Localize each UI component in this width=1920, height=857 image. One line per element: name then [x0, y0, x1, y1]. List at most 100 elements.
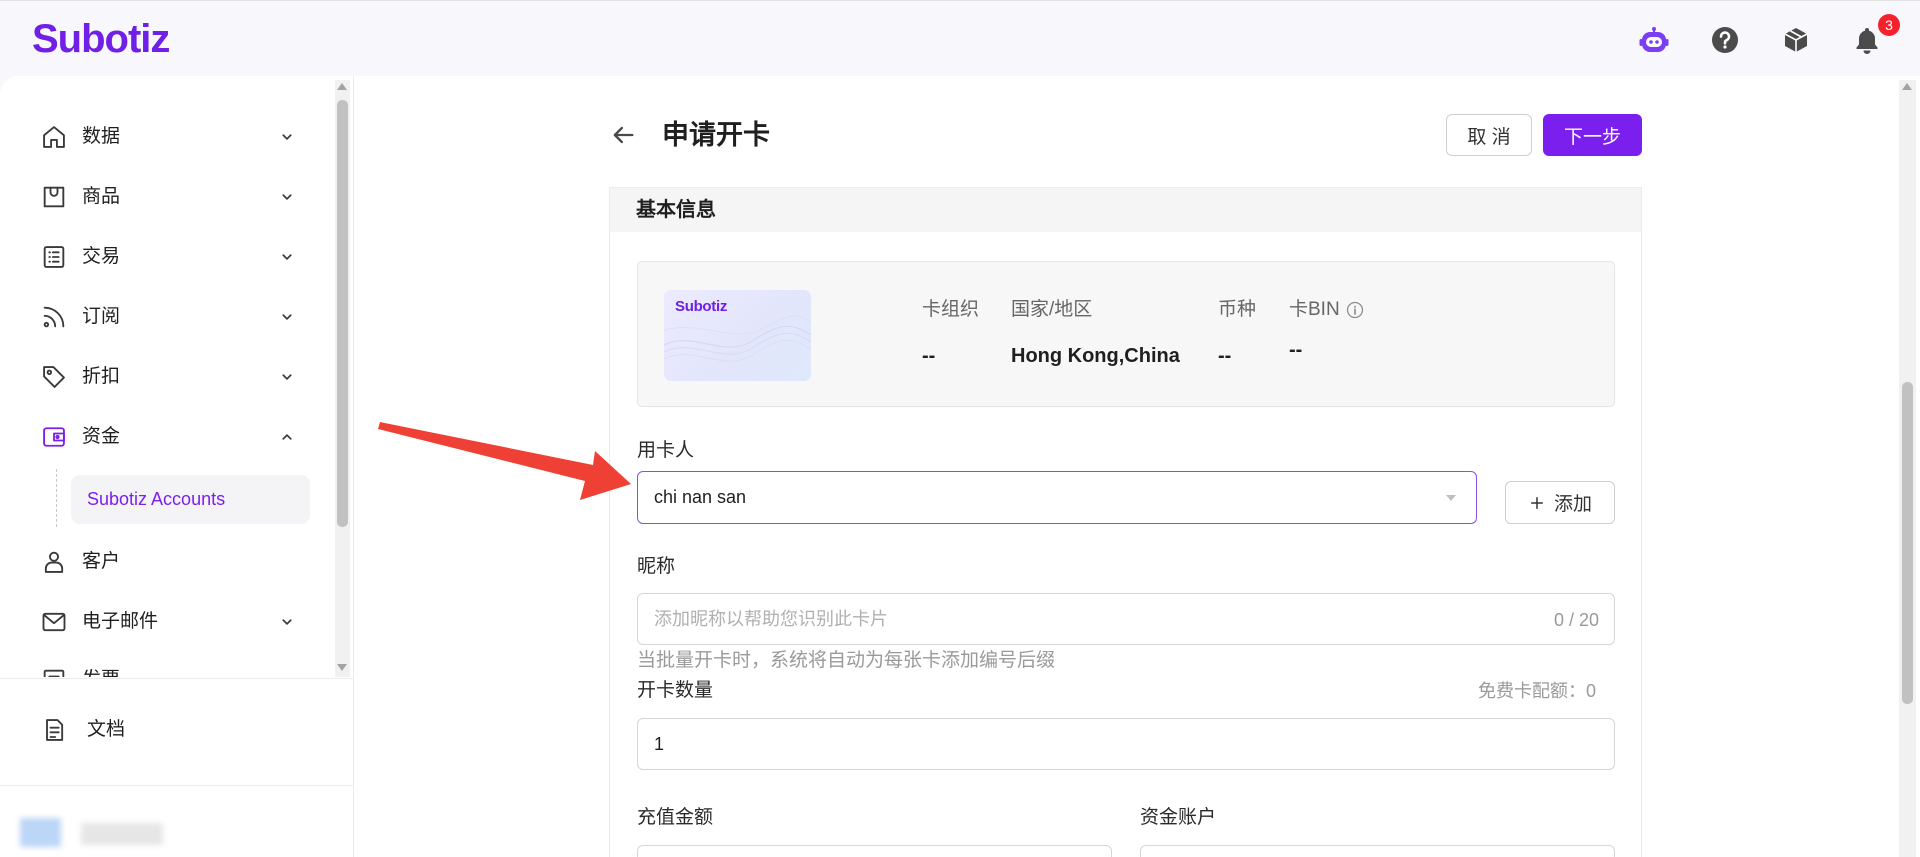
sidebar: 数据 商品 交易 订阅 折扣 资金 Subotiz Accounts 客户 电子…: [0, 76, 354, 857]
currency-label: 币种: [1218, 299, 1257, 320]
chevron-down-icon: [278, 308, 296, 326]
sidebar-item-email[interactable]: 电子邮件: [0, 600, 333, 644]
back-arrow-icon[interactable]: [609, 121, 637, 149]
sidebar-item-products[interactable]: 商品: [0, 175, 333, 219]
bell-icon[interactable]: [1852, 25, 1882, 55]
cardholder-select[interactable]: chi nan san: [637, 471, 1477, 524]
free-card-quota: 免费卡配额：0: [1477, 681, 1596, 701]
plus-icon: [1528, 494, 1546, 512]
sidebar-nav: 数据 商品 交易 订阅 折扣 资金 Subotiz Accounts 客户 电子…: [0, 76, 333, 677]
rss-icon: [40, 303, 68, 331]
card-quantity-input[interactable]: [638, 719, 1614, 769]
scroll-down-arrow-icon[interactable]: [337, 664, 347, 671]
card-bin-value: --: [1289, 339, 1303, 361]
user-name-redacted: [81, 823, 163, 845]
user-icon: [40, 548, 68, 576]
divider: [0, 785, 353, 786]
sidebar-item-transactions[interactable]: 交易: [0, 235, 333, 279]
sidebar-item-data[interactable]: 数据: [0, 115, 333, 159]
caret-down-icon: [1446, 495, 1456, 501]
cube-icon[interactable]: [1781, 25, 1811, 55]
cancel-button[interactable]: 取 消: [1446, 114, 1532, 156]
tag-icon: [40, 363, 68, 391]
nickname-field: 0 / 20: [637, 593, 1615, 645]
sidebar-item-subscriptions[interactable]: 订阅: [0, 295, 333, 339]
home-icon: [40, 123, 68, 151]
scroll-up-arrow-icon[interactable]: [1902, 83, 1912, 90]
sidebar-scrollbar-thumb[interactable]: [337, 100, 348, 527]
chevron-down-icon: [278, 128, 296, 146]
cardholder-label: 用卡人: [637, 440, 695, 461]
sidebar-item-label: 商品: [82, 186, 121, 207]
sidebar-item-invoices[interactable]: 发票: [0, 658, 333, 677]
chevron-down-icon: [278, 248, 296, 266]
card-network-value: --: [922, 345, 936, 367]
scroll-up-arrow-icon[interactable]: [337, 83, 347, 90]
main-scrollbar-thumb[interactable]: [1902, 382, 1913, 704]
top-header: Subotiz 3: [0, 0, 1920, 76]
card-quantity-field: [637, 718, 1615, 770]
sidebar-item-label: 数据: [82, 126, 121, 147]
currency-value: --: [1218, 345, 1232, 367]
sidebar-item-label: 订阅: [82, 306, 121, 327]
logo[interactable]: Subotiz: [32, 19, 170, 59]
nickname-char-counter: 0 / 20: [1553, 610, 1599, 630]
doc-icon: [40, 716, 68, 744]
top-up-amount-input[interactable]: [637, 845, 1112, 857]
divider: [0, 678, 353, 679]
fund-account-label: 资金账户: [1140, 807, 1217, 828]
card-bin-label: 卡BIN: [1289, 299, 1340, 320]
sidebar-item-label: 文档: [87, 719, 126, 740]
card-quantity-label: 开卡数量: [637, 680, 714, 701]
sidebar-item-funds[interactable]: 资金: [0, 415, 333, 459]
nickname-input[interactable]: [638, 594, 1614, 644]
notification-badge: 3: [1878, 14, 1900, 36]
sidebar-subitem-subotiz-accounts[interactable]: Subotiz Accounts: [71, 475, 310, 524]
card-preview-image: Subotiz: [664, 290, 811, 381]
sidebar-item-label: 折扣: [82, 366, 121, 387]
ai-assistant-icon[interactable]: [1639, 25, 1669, 55]
sidebar-item-label: 客户: [82, 551, 121, 572]
sidebar-item-customers[interactable]: 客户: [0, 540, 333, 584]
chevron-up-icon: [278, 428, 296, 446]
chevron-down-icon: [278, 671, 296, 677]
user-profile-blurred[interactable]: [14, 812, 189, 854]
card-network-label: 卡组织: [922, 299, 980, 320]
wallet-icon: [40, 423, 68, 451]
fund-account-select[interactable]: [1140, 845, 1615, 857]
card-bin-label-group: 卡BIN: [1289, 298, 1364, 322]
cardholder-select-value: chi nan san: [654, 487, 747, 507]
card-info-panel: Subotiz 卡组织 -- 国家/地区 Hong Kong,China 币种 …: [637, 261, 1615, 407]
sidebar-item-docs[interactable]: 文档: [0, 708, 333, 752]
add-cardholder-button[interactable]: 添加: [1505, 481, 1615, 524]
mail-icon: [40, 608, 68, 636]
nickname-label: 昵称: [637, 556, 676, 577]
help-icon[interactable]: [1710, 25, 1740, 55]
page-title: 申请开卡: [662, 120, 770, 150]
submenu-tree-line: [56, 469, 57, 527]
next-step-button[interactable]: 下一步: [1543, 114, 1642, 156]
add-button-label: 添加: [1553, 494, 1592, 515]
country-region-label: 国家/地区: [1011, 299, 1093, 320]
shop-icon: [40, 183, 68, 211]
avatar: [20, 818, 61, 847]
chevron-down-icon: [278, 368, 296, 386]
sidebar-item-discounts[interactable]: 折扣: [0, 355, 333, 399]
chevron-down-icon: [278, 188, 296, 206]
sidebar-item-label: 电子邮件: [82, 611, 159, 632]
country-region-value: Hong Kong,China: [1011, 345, 1180, 367]
card-brand-text: Subotiz: [675, 298, 728, 315]
sidebar-item-label: 交易: [82, 246, 121, 267]
main-content: 申请开卡 取 消 下一步 基本信息 Subotiz 卡组织 -- 国家/地区 H…: [354, 76, 1920, 857]
top-up-amount-label: 充值金额: [637, 807, 714, 828]
invoice-icon: [40, 666, 68, 677]
chevron-down-icon: [278, 613, 296, 631]
section-header: 基本信息: [610, 187, 1641, 232]
sidebar-item-label: 发票: [82, 668, 120, 677]
sidebar-item-label: 资金: [82, 426, 121, 447]
nickname-hint: 当批量开卡时，系统将自动为每张卡添加编号后缀: [637, 650, 1056, 671]
list-icon: [40, 243, 68, 271]
apply-card-form: 基本信息 Subotiz 卡组织 -- 国家/地区 Hong Kong,Chin…: [609, 187, 1642, 857]
info-icon[interactable]: [1346, 301, 1364, 319]
section-title: 基本信息: [636, 199, 716, 221]
